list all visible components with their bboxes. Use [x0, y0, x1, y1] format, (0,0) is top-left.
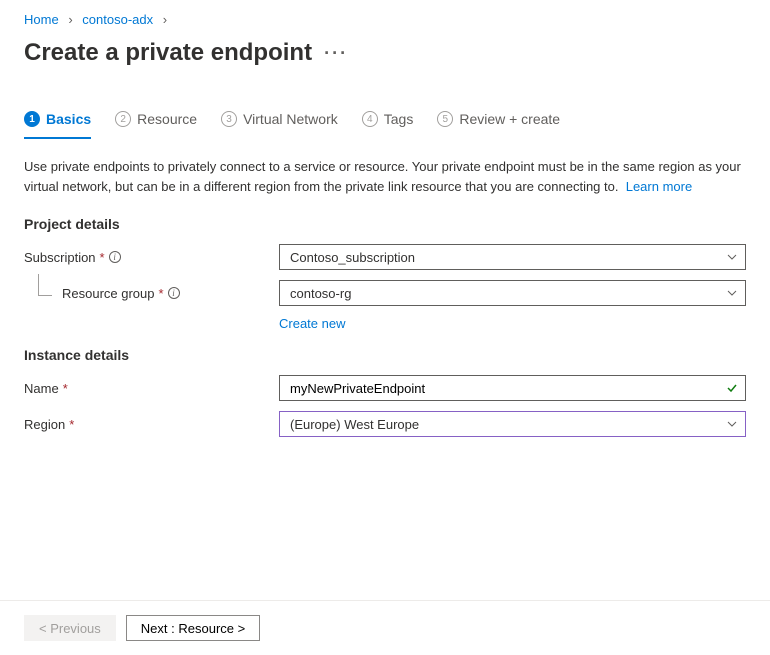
- instance-details-heading: Instance details: [24, 347, 746, 363]
- required-asterisk: *: [159, 286, 164, 301]
- step-number: 2: [115, 111, 131, 127]
- footer: < Previous Next : Resource >: [0, 600, 770, 655]
- label-text: Region: [24, 417, 65, 432]
- required-asterisk: *: [69, 417, 74, 432]
- resource-group-select[interactable]: contoso-rg: [279, 280, 746, 306]
- tab-label: Tags: [384, 111, 414, 127]
- label-text: Resource group: [62, 286, 155, 301]
- wizard-tabs: 1 Basics 2 Resource 3 Virtual Network 4 …: [0, 111, 770, 139]
- tab-review-create[interactable]: 5 Review + create: [437, 111, 560, 139]
- info-icon[interactable]: i: [109, 251, 121, 263]
- tab-label: Virtual Network: [243, 111, 338, 127]
- next-button[interactable]: Next : Resource >: [126, 615, 260, 641]
- tab-basics[interactable]: 1 Basics: [24, 111, 91, 139]
- required-asterisk: *: [63, 381, 68, 396]
- step-number: 4: [362, 111, 378, 127]
- label-text: Name: [24, 381, 59, 396]
- step-number: 5: [437, 111, 453, 127]
- project-details-heading: Project details: [24, 216, 746, 232]
- breadcrumb-contoso-adx[interactable]: contoso-adx: [82, 12, 153, 27]
- tab-label: Review + create: [459, 111, 560, 127]
- create-new-link[interactable]: Create new: [279, 316, 345, 331]
- resource-group-label: Resource group * i: [24, 286, 279, 301]
- tab-resource[interactable]: 2 Resource: [115, 111, 197, 139]
- page-title: Create a private endpoint: [24, 39, 312, 67]
- tab-label: Resource: [137, 111, 197, 127]
- breadcrumb: Home › contoso-adx ›: [0, 0, 770, 31]
- description-text: Use private endpoints to privately conne…: [24, 157, 746, 196]
- page-title-row: Create a private endpoint ···: [0, 31, 770, 87]
- subscription-select[interactable]: Contoso_subscription: [279, 244, 746, 270]
- region-select[interactable]: (Europe) West Europe: [279, 411, 746, 437]
- breadcrumb-home[interactable]: Home: [24, 12, 59, 27]
- step-number: 1: [24, 111, 40, 127]
- subscription-label: Subscription * i: [24, 250, 279, 265]
- select-value: contoso-rg: [290, 286, 351, 301]
- breadcrumb-separator: ›: [163, 12, 167, 27]
- breadcrumb-separator: ›: [68, 12, 72, 27]
- name-label: Name *: [24, 381, 279, 396]
- info-icon[interactable]: i: [168, 287, 180, 299]
- required-asterisk: *: [100, 250, 105, 265]
- label-text: Subscription: [24, 250, 96, 265]
- select-value: (Europe) West Europe: [290, 417, 419, 432]
- previous-button: < Previous: [24, 615, 116, 641]
- region-label: Region *: [24, 417, 279, 432]
- name-input[interactable]: [279, 375, 746, 401]
- tab-tags[interactable]: 4 Tags: [362, 111, 414, 139]
- tab-label: Basics: [46, 111, 91, 127]
- select-value: Contoso_subscription: [290, 250, 415, 265]
- tab-virtual-network[interactable]: 3 Virtual Network: [221, 111, 338, 139]
- learn-more-link[interactable]: Learn more: [626, 179, 692, 194]
- tree-indent-line: [38, 274, 52, 296]
- more-icon[interactable]: ···: [324, 43, 348, 64]
- step-number: 3: [221, 111, 237, 127]
